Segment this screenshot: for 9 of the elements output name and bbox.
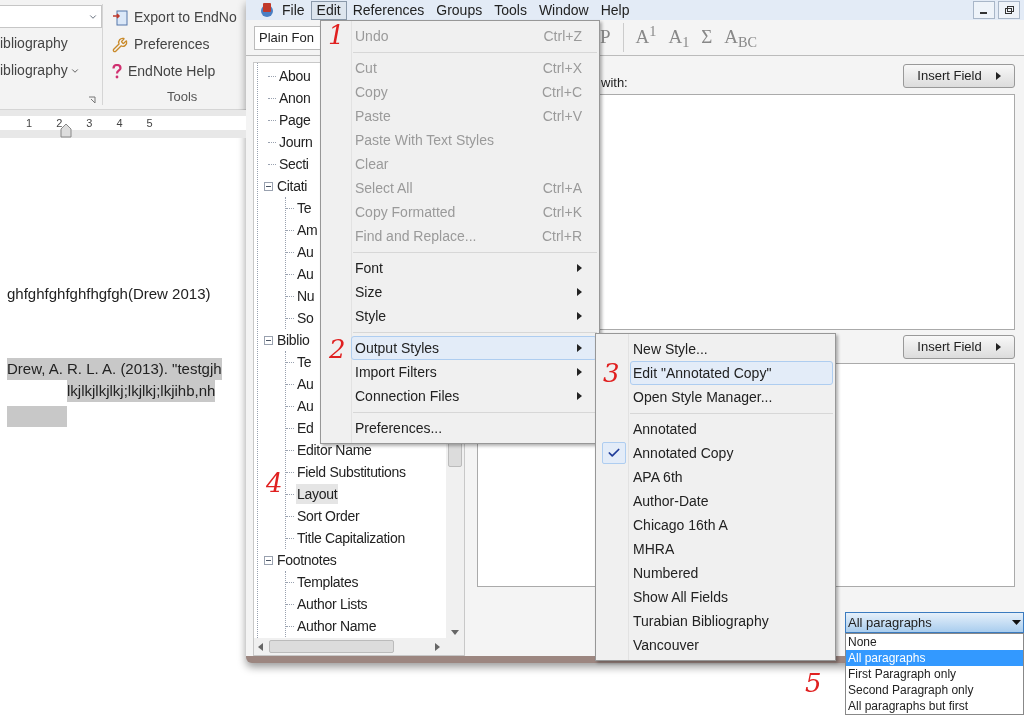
annotation-number: 4 xyxy=(266,470,283,496)
ruler: 1 2 3 4 5 xyxy=(0,116,246,130)
annotation-number: 3 xyxy=(603,360,620,386)
annotation-number: 1 xyxy=(328,22,345,48)
annotation-number: 5 xyxy=(805,670,822,696)
field-label: with: xyxy=(601,73,628,92)
annotation-number: 2 xyxy=(329,336,346,362)
group-label: Tools xyxy=(167,88,199,106)
citation-text: ghfghfghfghfhgfgh(Drew 2013) xyxy=(7,284,212,304)
